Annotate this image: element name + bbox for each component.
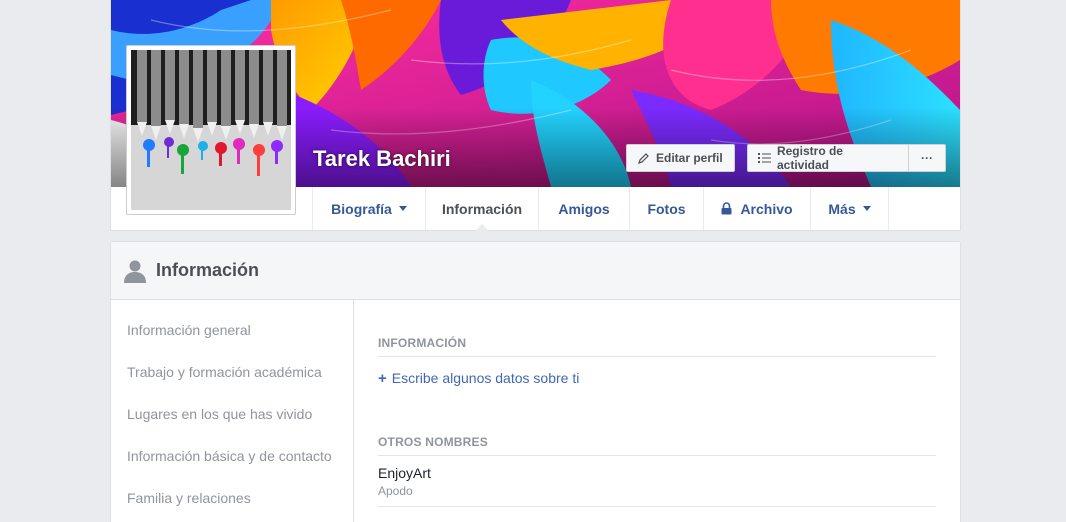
activity-log-button[interactable]: Registro de actividad [747, 144, 909, 172]
lock-icon [721, 202, 732, 215]
nav-item-informacion-general[interactable]: Información general [127, 322, 251, 338]
add-about-label: Escribe algunos datos sobre ti [391, 370, 580, 386]
nav-item-contacto[interactable]: Información básica y de contacto [127, 448, 332, 464]
nickname-type: Apodo [378, 484, 413, 498]
person-icon [124, 260, 146, 283]
nav-item-familia[interactable]: Familia y relaciones [127, 490, 251, 506]
tab-mas[interactable]: Más [811, 187, 889, 230]
profile-picture-art [131, 50, 291, 210]
profile-tabs: Biografía Información Amigos Fotos Archi… [312, 187, 889, 231]
edit-profile-button[interactable]: Editar perfil [626, 144, 735, 172]
tab-informacion[interactable]: Información [426, 187, 539, 231]
section-title-informacion: INFORMACIÓN [378, 336, 467, 350]
caret-down-icon [398, 206, 407, 211]
more-options-label: ··· [921, 151, 933, 165]
nav-item-lugares[interactable]: Lugares en los que has vivido [127, 406, 312, 422]
section-divider [378, 356, 936, 357]
profile-header: Tarek Bachiri Editar perfil Registro de … [110, 0, 961, 231]
add-about-link[interactable]: + Escribe algunos datos sobre ti [378, 370, 579, 387]
tab-archivo-label: Archivo [740, 200, 793, 217]
about-title: Información [156, 260, 260, 280]
profile-picture[interactable] [126, 45, 296, 215]
activity-log-label: Registro de actividad [776, 144, 843, 172]
about-side-nav: Información general Trabajo y formación … [111, 300, 354, 522]
section-divider [378, 455, 936, 456]
tab-fotos-label: Fotos [647, 200, 686, 217]
list-icon [758, 153, 771, 163]
plus-icon: + [378, 370, 387, 387]
about-header: Información [111, 242, 960, 300]
profile-name[interactable]: Tarek Bachiri [313, 146, 451, 172]
tab-informacion-label: Información [441, 200, 523, 217]
tab-biografia-label: Biografía [331, 200, 392, 217]
nickname-value: EnjoyArt [378, 465, 431, 481]
tab-mas-label: Más [828, 200, 856, 217]
tab-fotos[interactable]: Fotos [630, 187, 704, 230]
tab-biografia[interactable]: Biografía [313, 187, 426, 230]
more-options-button[interactable]: ··· [908, 144, 946, 172]
section-divider [378, 506, 936, 507]
pencil-icon [638, 152, 649, 164]
tab-archivo[interactable]: Archivo [704, 187, 811, 230]
section-title-otros-nombres: OTROS NOMBRES [378, 435, 488, 449]
tab-amigos[interactable]: Amigos [539, 187, 630, 230]
tab-amigos-label: Amigos [558, 200, 610, 217]
caret-down-icon [862, 206, 871, 211]
edit-profile-label: Editar perfil [656, 151, 723, 165]
nav-item-trabajo[interactable]: Trabajo y formación académica [127, 364, 322, 380]
about-panel: Información Información general Trabajo … [110, 241, 961, 522]
